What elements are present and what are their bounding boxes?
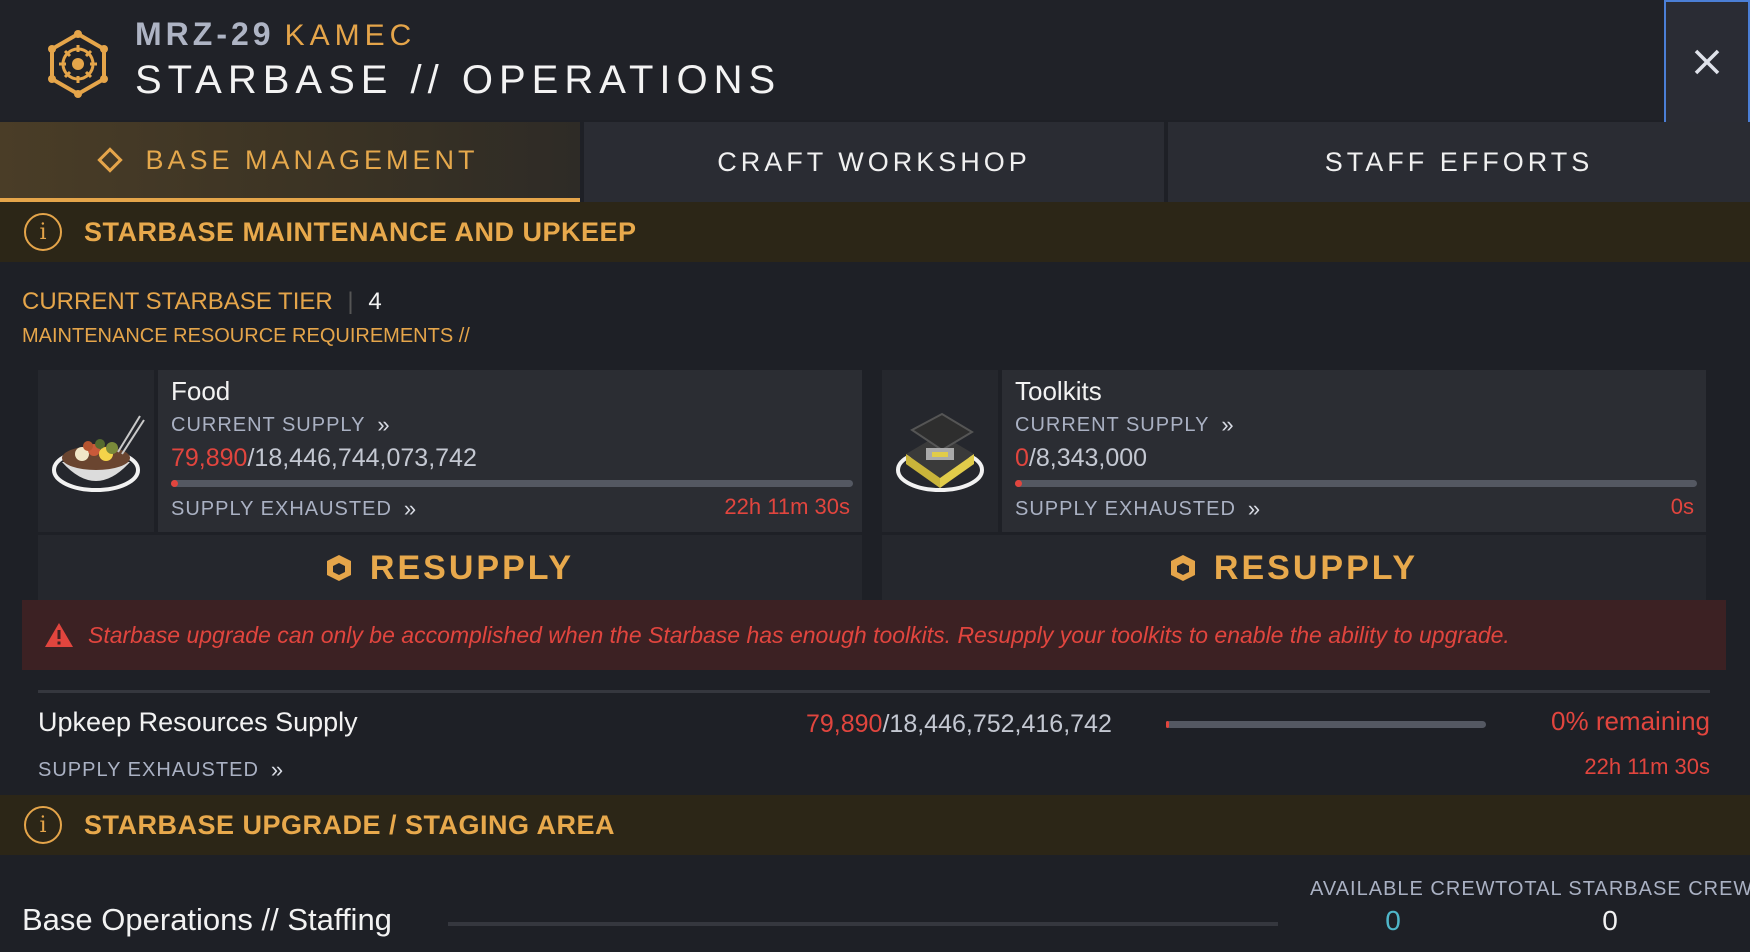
staffing-divider (448, 922, 1278, 926)
current-supply-link[interactable]: CURRENT SUPPLY » (1015, 412, 1235, 438)
resupply-label: RESUPPLY (369, 548, 575, 587)
supply-current: 79,890 (171, 444, 248, 472)
divider (38, 690, 1710, 693)
current-supply-link[interactable]: CURRENT SUPPLY » (171, 412, 391, 438)
info-icon[interactable]: i (24, 213, 62, 251)
section-title: STARBASE MAINTENANCE AND UPKEEP (84, 216, 637, 247)
exhaust-timer: 0s (1670, 494, 1694, 519)
food-image (38, 370, 154, 532)
upkeep-exhausted-link[interactable]: SUPPLY EXHAUSTED » (38, 757, 284, 783)
upgrade-section-header: i STARBASE UPGRADE / STAGING AREA (0, 795, 1750, 855)
supply-progress-fill (1015, 480, 1022, 487)
diamond-icon (97, 147, 124, 173)
tier-value: 4 (368, 288, 382, 315)
supply-max: /8,343,000 (1028, 444, 1148, 472)
page-title: STARBASE // OPERATIONS (135, 58, 782, 102)
toolkits-resupply-button[interactable]: RESUPPLY (882, 535, 1706, 601)
close-button[interactable] (1664, 0, 1750, 124)
tab-label: BASE MANAGEMENT (145, 144, 479, 175)
info-icon[interactable]: i (24, 806, 62, 844)
upkeep-current: 79,890 (806, 710, 883, 738)
warning-text: Starbase upgrade can only be accomplishe… (88, 621, 1510, 648)
chevron-right-icon: » (1221, 412, 1235, 437)
box-icon (326, 555, 351, 581)
supply-exhausted-link[interactable]: SUPPLY EXHAUSTED » (171, 496, 417, 522)
supply-amount: 0/8,343,000 (1015, 444, 1147, 473)
food-card: Food CURRENT SUPPLY » 79,890/18,446,744,0… (158, 370, 862, 532)
tab-label: CRAFT WORKSHOP (717, 146, 1031, 177)
supply-max: /18,446,744,073,742 (247, 444, 477, 472)
resource-name: Toolkits (1015, 376, 1102, 406)
supply-progress-bar (1015, 480, 1697, 487)
upkeep-progress-fill (1166, 721, 1170, 728)
tab-staff-efforts[interactable]: STAFF EFFORTS (1168, 122, 1750, 202)
supply-exhausted-label: SUPPLY EXHAUSTED (171, 497, 392, 520)
resource-name: Food (171, 376, 231, 406)
warning-triangle-icon (45, 623, 73, 647)
upkeep-amount: 79,890/18,446,752,416,742 (806, 710, 1112, 739)
chevron-right-icon: » (1247, 496, 1262, 521)
chevron-right-icon: » (403, 496, 418, 521)
current-supply-label: CURRENT SUPPLY (1015, 413, 1210, 436)
supply-amount: 79,890/18,446,744,073,742 (171, 444, 477, 473)
supply-current: 0 (1015, 444, 1029, 472)
box-icon (1170, 555, 1195, 581)
faction-name: KAMEC (284, 19, 417, 52)
available-crew-label: AVAILABLE CREW (1310, 878, 1496, 900)
chevron-right-icon: » (377, 412, 391, 437)
supply-exhausted-label: SUPPLY EXHAUSTED (38, 758, 259, 781)
upkeep-timer: 22h 11m 30s (1584, 754, 1710, 779)
exhaust-timer: 22h 11m 30s (724, 494, 850, 519)
resupply-label: RESUPPLY (1213, 548, 1419, 587)
system-id: MRZ-29 KAMEC (135, 16, 416, 53)
requirements-label: MAINTENANCE RESOURCE REQUIREMENTS // (22, 325, 470, 347)
upkeep-progress-bar (1166, 721, 1486, 728)
toolkits-card: Toolkits CURRENT SUPPLY » 0/8,343,000 SUP… (1002, 370, 1706, 532)
available-crew-value: 0 (1385, 905, 1401, 936)
supply-progress-fill (171, 480, 178, 487)
upkeep-remaining: 0% remaining (1551, 706, 1710, 736)
food-resupply-button[interactable]: RESUPPLY (38, 535, 862, 601)
total-crew-label: TOTAL STARBASE CREW (1495, 878, 1750, 900)
system-id-text: MRZ-29 (135, 16, 275, 52)
supply-progress-bar (171, 480, 853, 487)
tier-label: CURRENT STARBASE TIER (22, 288, 333, 315)
tab-label: STAFF EFFORTS (1324, 146, 1594, 177)
tier-row: CURRENT STARBASE TIER | 4 (22, 288, 382, 315)
supply-exhausted-label: SUPPLY EXHAUSTED (1015, 497, 1236, 520)
upkeep-title: Upkeep Resources Supply (38, 707, 358, 737)
supply-exhausted-link[interactable]: SUPPLY EXHAUSTED » (1015, 496, 1261, 522)
starbase-emblem-icon (44, 30, 112, 98)
tab-craft-workshop[interactable]: CRAFT WORKSHOP (584, 122, 1164, 202)
upgrade-warning-banner: Starbase upgrade can only be accomplishe… (22, 600, 1726, 670)
section-title: STARBASE UPGRADE / STAGING AREA (84, 809, 616, 840)
maintenance-section-header: i STARBASE MAINTENANCE AND UPKEEP (0, 202, 1750, 262)
upkeep-max: /18,446,752,416,742 (882, 710, 1112, 738)
toolkits-image (882, 370, 998, 532)
current-supply-label: CURRENT SUPPLY (171, 413, 366, 436)
close-icon (1694, 49, 1720, 75)
staffing-title: Base Operations // Staffing (22, 902, 392, 937)
tab-base-management[interactable]: BASE MANAGEMENT (0, 122, 580, 202)
total-crew-value: 0 (1602, 905, 1618, 936)
chevron-right-icon: » (270, 757, 285, 782)
